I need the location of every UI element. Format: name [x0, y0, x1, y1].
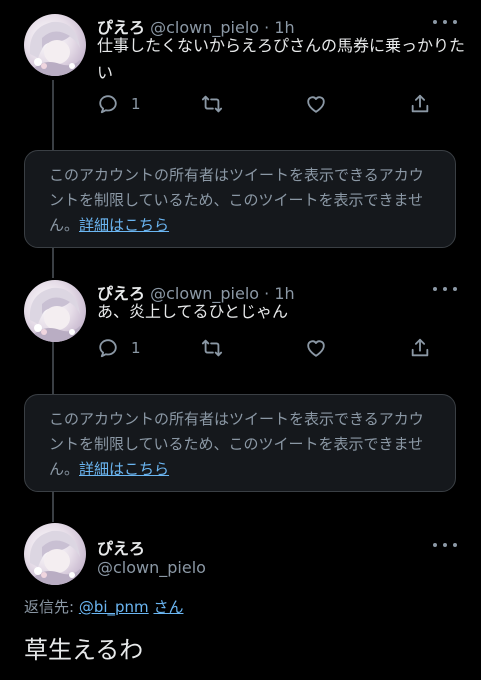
reply-context: 返信先: @bi_pnm さん [24, 596, 183, 617]
retweet-button[interactable] [201, 91, 223, 117]
reply-prefix: 返信先: [24, 598, 79, 616]
reply-icon [99, 95, 117, 114]
share-button[interactable] [409, 335, 431, 361]
main-tweet-name: ぴえろ [97, 535, 145, 559]
retweet-button[interactable] [201, 335, 223, 361]
share-icon [411, 94, 429, 113]
hidden-tweet-notice: このアカウントの所有者はツイートを表示できるアカウントを制限しているため、このツ… [24, 150, 456, 248]
reply-user-suffix[interactable]: さん [153, 598, 183, 616]
reply-count: 1 [131, 95, 141, 113]
reply-button[interactable]: 1 [97, 335, 141, 361]
tweet-text: 仕事したくないからえろぴさんの馬券に乗っかりたい [97, 36, 466, 82]
learn-more-link[interactable]: 詳細はこちら [79, 460, 169, 478]
thread-line-3 [52, 342, 54, 398]
more-icon[interactable] [433, 284, 457, 294]
more-icon[interactable] [433, 540, 457, 550]
username[interactable]: @clown_pielo [97, 558, 206, 577]
share-icon [411, 338, 429, 357]
tweet-text: あ、炎上してるひとじゃん [97, 302, 289, 321]
avatar[interactable] [24, 523, 86, 585]
tweet-actions: 1 [97, 91, 437, 117]
reply-user-link[interactable]: @bi_pnm [79, 598, 149, 616]
like-button[interactable] [305, 91, 327, 117]
main-tweet-text: 草生えるわ [24, 636, 144, 664]
like-icon [307, 96, 325, 113]
reply-count: 1 [131, 339, 141, 357]
tweet-actions: 1 [97, 335, 437, 361]
more-icon[interactable] [433, 17, 457, 27]
reply-button[interactable]: 1 [97, 91, 141, 117]
avatar[interactable] [24, 280, 86, 342]
main-tweet-handle: @clown_pielo [97, 558, 206, 577]
hidden-tweet-notice: このアカウントの所有者はツイートを表示できるアカウントを制限しているため、このツ… [24, 394, 456, 492]
learn-more-link[interactable]: 詳細はこちら [79, 216, 169, 234]
retweet-icon [201, 95, 223, 113]
thread-line-1 [52, 80, 54, 154]
retweet-icon [201, 339, 223, 357]
share-button[interactable] [409, 91, 431, 117]
thread-line-2 [52, 248, 54, 278]
display-name[interactable]: ぴえろ [97, 539, 145, 558]
reply-icon [99, 339, 117, 358]
avatar[interactable] [24, 14, 86, 76]
like-button[interactable] [305, 335, 327, 361]
thread-line-4 [52, 492, 54, 522]
like-icon [307, 340, 325, 357]
